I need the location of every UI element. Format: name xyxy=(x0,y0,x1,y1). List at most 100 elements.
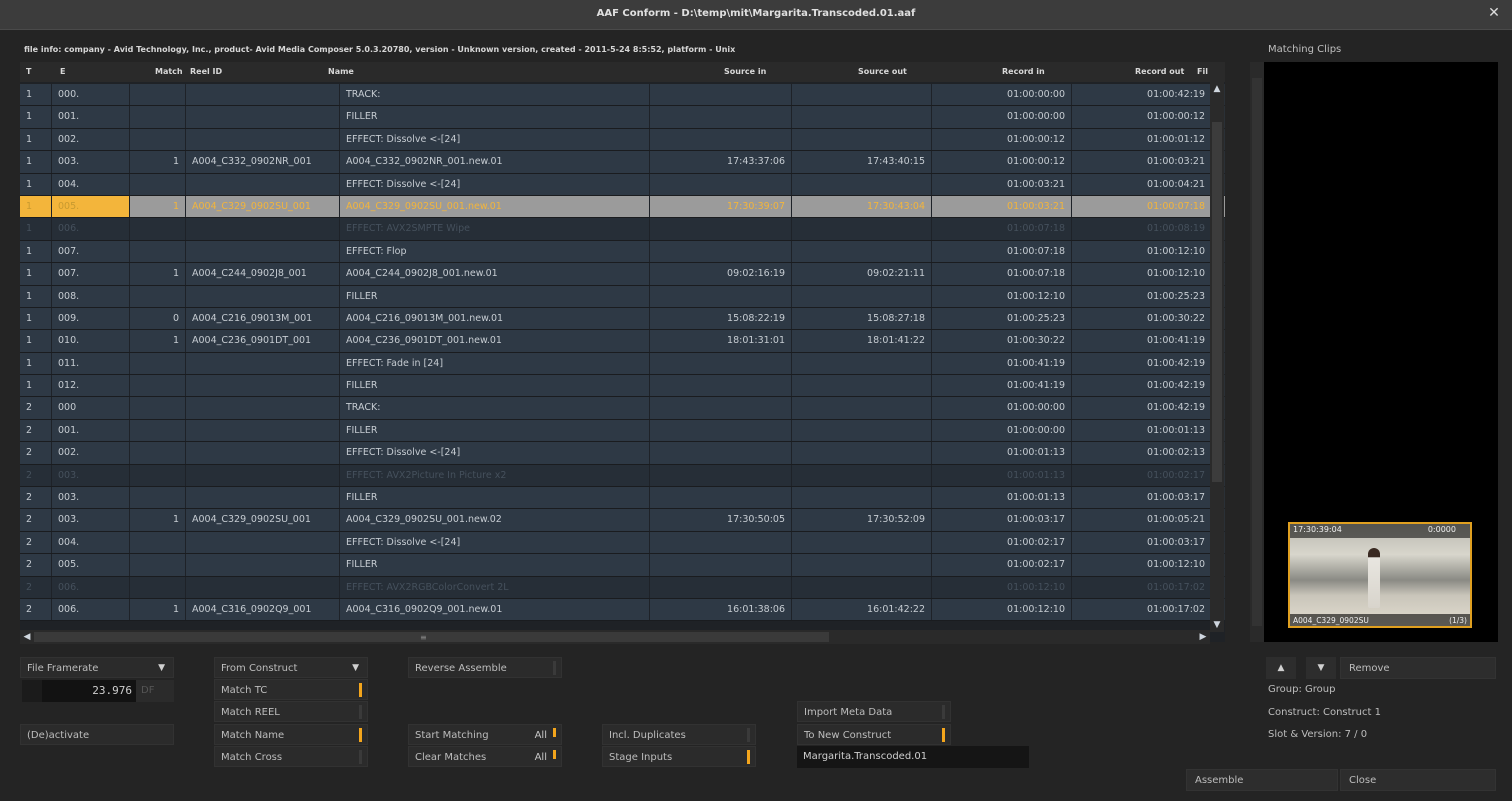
cell-reel: A004_C216_09013M_001 xyxy=(186,307,340,330)
scroll-up-icon[interactable]: ▲ xyxy=(1210,82,1224,96)
close-icon[interactable]: ✕ xyxy=(1486,5,1502,21)
table-row[interactable]: 2 006. EFFECT: AVX2RGBColorConvert 2L 01:00… xyxy=(20,576,1225,599)
thumbnail-counter: 0:0000 xyxy=(1427,525,1456,534)
scroll-left-icon[interactable]: ◀ xyxy=(20,630,34,644)
to-new-construct-toggle[interactable]: To New Construct xyxy=(797,724,951,745)
scroll-thumb[interactable] xyxy=(1212,122,1222,482)
incl-duplicates-toggle[interactable]: Incl. Duplicates xyxy=(602,724,756,745)
clear-matches-button[interactable]: Clear Matches All xyxy=(408,746,562,767)
table-body: 1 000. TRACK: 01:00:00:00 01:00:42:19 1 001. FI… xyxy=(20,84,1225,622)
cell-e: 003. xyxy=(52,509,130,531)
table-row[interactable]: 1 009. 0 A004_C216_09013M_001 A004_C216_0901… xyxy=(20,307,1225,331)
cell-ri: 01:00:12:10 xyxy=(932,598,1072,621)
table-row[interactable]: 1 002. EFFECT: Dissolve <-[24] 01:00:00:12 0… xyxy=(20,128,1225,152)
table-vertical-scrollbar[interactable]: ▲ ▼ xyxy=(1210,82,1224,632)
match-name-toggle[interactable]: Match Name xyxy=(214,724,368,745)
col-header-match[interactable]: Match xyxy=(155,67,183,76)
table-row[interactable]: 1 008. FILLER 01:00:12:10 01:00:25:23 xyxy=(20,285,1225,308)
cell-reel xyxy=(186,173,340,195)
toggle-indicator xyxy=(942,728,945,742)
table-row[interactable]: 2 001. FILLER 01:00:00:00 01:00:01:13 xyxy=(20,419,1225,443)
construct-name-input[interactable]: Margarita.Transcoded.01 xyxy=(797,746,1029,768)
table-horizontal-scrollbar[interactable]: ◀ ≡ ▶ xyxy=(20,630,1210,644)
scroll-down-icon[interactable]: ▼ xyxy=(1210,618,1224,632)
scroll-right-icon[interactable]: ▶ xyxy=(1196,630,1210,644)
table-row[interactable]: 1 004. EFFECT: Dissolve <-[24] 01:00:03:21 0… xyxy=(20,173,1225,196)
cell-ri: 01:00:25:23 xyxy=(932,307,1072,330)
table-row[interactable]: 2 005. FILLER 01:00:02:17 01:00:12:10 xyxy=(20,554,1225,577)
clip-thumbnail[interactable]: 17:30:39:04 0:0000 A004_C329_0902SU (1/3… xyxy=(1288,522,1472,628)
move-down-icon[interactable]: ▼ xyxy=(1306,657,1336,679)
stage-inputs-toggle[interactable]: Stage Inputs xyxy=(602,746,756,767)
cell-ri: 01:00:00:12 xyxy=(932,128,1072,151)
cell-ro: 01:00:04:21 xyxy=(1072,173,1212,195)
clear-matches-scope[interactable]: All xyxy=(535,747,547,768)
cell-reel xyxy=(186,240,340,263)
import-meta-data-button[interactable]: Import Meta Data xyxy=(797,701,951,722)
table-row[interactable]: 2 002. EFFECT: Dissolve <-[24] 01:00:01:13 0… xyxy=(20,442,1225,465)
cell-reel: A004_C329_0902SU_001 xyxy=(186,509,340,531)
col-header-source-in[interactable]: Source in xyxy=(724,67,766,76)
col-header-name[interactable]: Name xyxy=(328,67,354,76)
match-reel-toggle[interactable]: Match REEL xyxy=(214,701,368,722)
col-header-record-out[interactable]: Record out xyxy=(1135,67,1184,76)
cell-ri: 01:00:02:17 xyxy=(932,554,1072,576)
cell-name: EFFECT: Dissolve <-[24] xyxy=(340,173,650,195)
close-button[interactable]: Close xyxy=(1340,769,1496,791)
match-tc-toggle[interactable]: Match TC xyxy=(214,679,368,700)
file-info: file info: company - Avid Technology, In… xyxy=(24,45,736,54)
table-row[interactable]: 1 005. 1 A004_C329_0902SU_001 A004_C329_0902… xyxy=(20,195,1225,219)
cell-t: 1 xyxy=(20,195,52,218)
table-row[interactable]: 1 003. 1 A004_C332_0902NR_001 A004_C332_0902… xyxy=(20,151,1225,174)
match-cross-toggle[interactable]: Match Cross xyxy=(214,746,368,767)
file-framerate-dropdown[interactable]: File Framerate ▼ xyxy=(20,657,174,678)
table-row[interactable]: 1 001. FILLER 01:00:00:00 01:00:00:12 xyxy=(20,106,1225,129)
cell-match xyxy=(130,84,186,106)
remove-button[interactable]: Remove xyxy=(1340,657,1496,679)
col-header-e[interactable]: E xyxy=(60,67,65,76)
framerate-field[interactable]: 23.976 xyxy=(42,680,136,702)
scroll-thumb[interactable] xyxy=(34,632,829,642)
cell-ro: 01:00:42:19 xyxy=(1072,397,1212,419)
table-row[interactable]: 1 010. 1 A004_C236_0901DT_001 A004_C236_0901… xyxy=(20,330,1225,353)
matching-clips-scrollbar[interactable] xyxy=(1250,62,1264,642)
col-header-fil[interactable]: Fil xyxy=(1197,67,1208,76)
cell-ro: 01:00:42:19 xyxy=(1072,352,1212,375)
col-header-source-out[interactable]: Source out xyxy=(858,67,907,76)
cell-match: 1 xyxy=(130,151,186,173)
cell-reel xyxy=(186,576,340,598)
col-header-record-in[interactable]: Record in xyxy=(1002,67,1045,76)
table-row[interactable]: 2 004. EFFECT: Dissolve <-[24] 01:00:02:17 0… xyxy=(20,531,1225,555)
cell-name: A004_C329_0902SU_001.new.02 xyxy=(340,509,650,531)
table-row[interactable]: 1 007. 1 A004_C244_0902J8_001 A004_C244_0902… xyxy=(20,263,1225,286)
cell-name: A004_C332_0902NR_001.new.01 xyxy=(340,151,650,173)
table-row[interactable]: 1 007. EFFECT: Flop 01:00:07:18 01:00:12:10 xyxy=(20,240,1225,264)
deactivate-button[interactable]: (De)activate xyxy=(20,724,174,745)
start-matching-button[interactable]: Start Matching All xyxy=(408,724,562,745)
cell-match: 1 xyxy=(130,509,186,531)
from-construct-dropdown[interactable]: From Construct ▼ xyxy=(214,657,368,678)
cell-si: 17:43:37:06 xyxy=(650,151,792,173)
cell-t: 1 xyxy=(20,218,52,240)
move-up-icon[interactable]: ▲ xyxy=(1266,657,1296,679)
col-header-reel[interactable]: Reel ID xyxy=(190,67,222,76)
table-row[interactable]: 2 003. 1 A004_C329_0902SU_001 A004_C329_0902… xyxy=(20,509,1225,532)
table-row[interactable]: 2 006. 1 A004_C316_0902Q9_001 A004_C316_0902… xyxy=(20,598,1225,622)
table-row[interactable]: 1 012. FILLER 01:00:41:19 01:00:42:19 xyxy=(20,375,1225,398)
drop-frame-toggle[interactable]: DF xyxy=(136,680,174,702)
start-matching-scope[interactable]: All xyxy=(535,725,547,746)
cell-reel xyxy=(186,419,340,442)
cell-ro: 01:00:02:13 xyxy=(1072,442,1212,464)
table-row[interactable]: 1 006. EFFECT: AVX2SMPTE Wipe 01:00:07:18 01… xyxy=(20,218,1225,241)
table-row[interactable]: 1 000. TRACK: 01:00:00:00 01:00:42:19 xyxy=(20,84,1225,107)
cell-name: EFFECT: Dissolve <-[24] xyxy=(340,128,650,151)
cell-t: 2 xyxy=(20,598,52,621)
table-row[interactable]: 2 000 TRACK: 01:00:00:00 01:00:42:19 xyxy=(20,397,1225,420)
scroll-thumb[interactable] xyxy=(1252,78,1262,626)
reverse-assemble-button[interactable]: Reverse Assemble xyxy=(408,657,562,678)
col-header-t[interactable]: T xyxy=(26,67,31,76)
table-row[interactable]: 1 011. EFFECT: Fade in [24] 01:00:41:19 01:0… xyxy=(20,352,1225,376)
assemble-button[interactable]: Assemble xyxy=(1186,769,1338,791)
table-row[interactable]: 2 003. FILLER 01:00:01:13 01:00:03:17 xyxy=(20,487,1225,510)
table-row[interactable]: 2 003. EFFECT: AVX2Picture In Picture x2 01… xyxy=(20,464,1225,488)
